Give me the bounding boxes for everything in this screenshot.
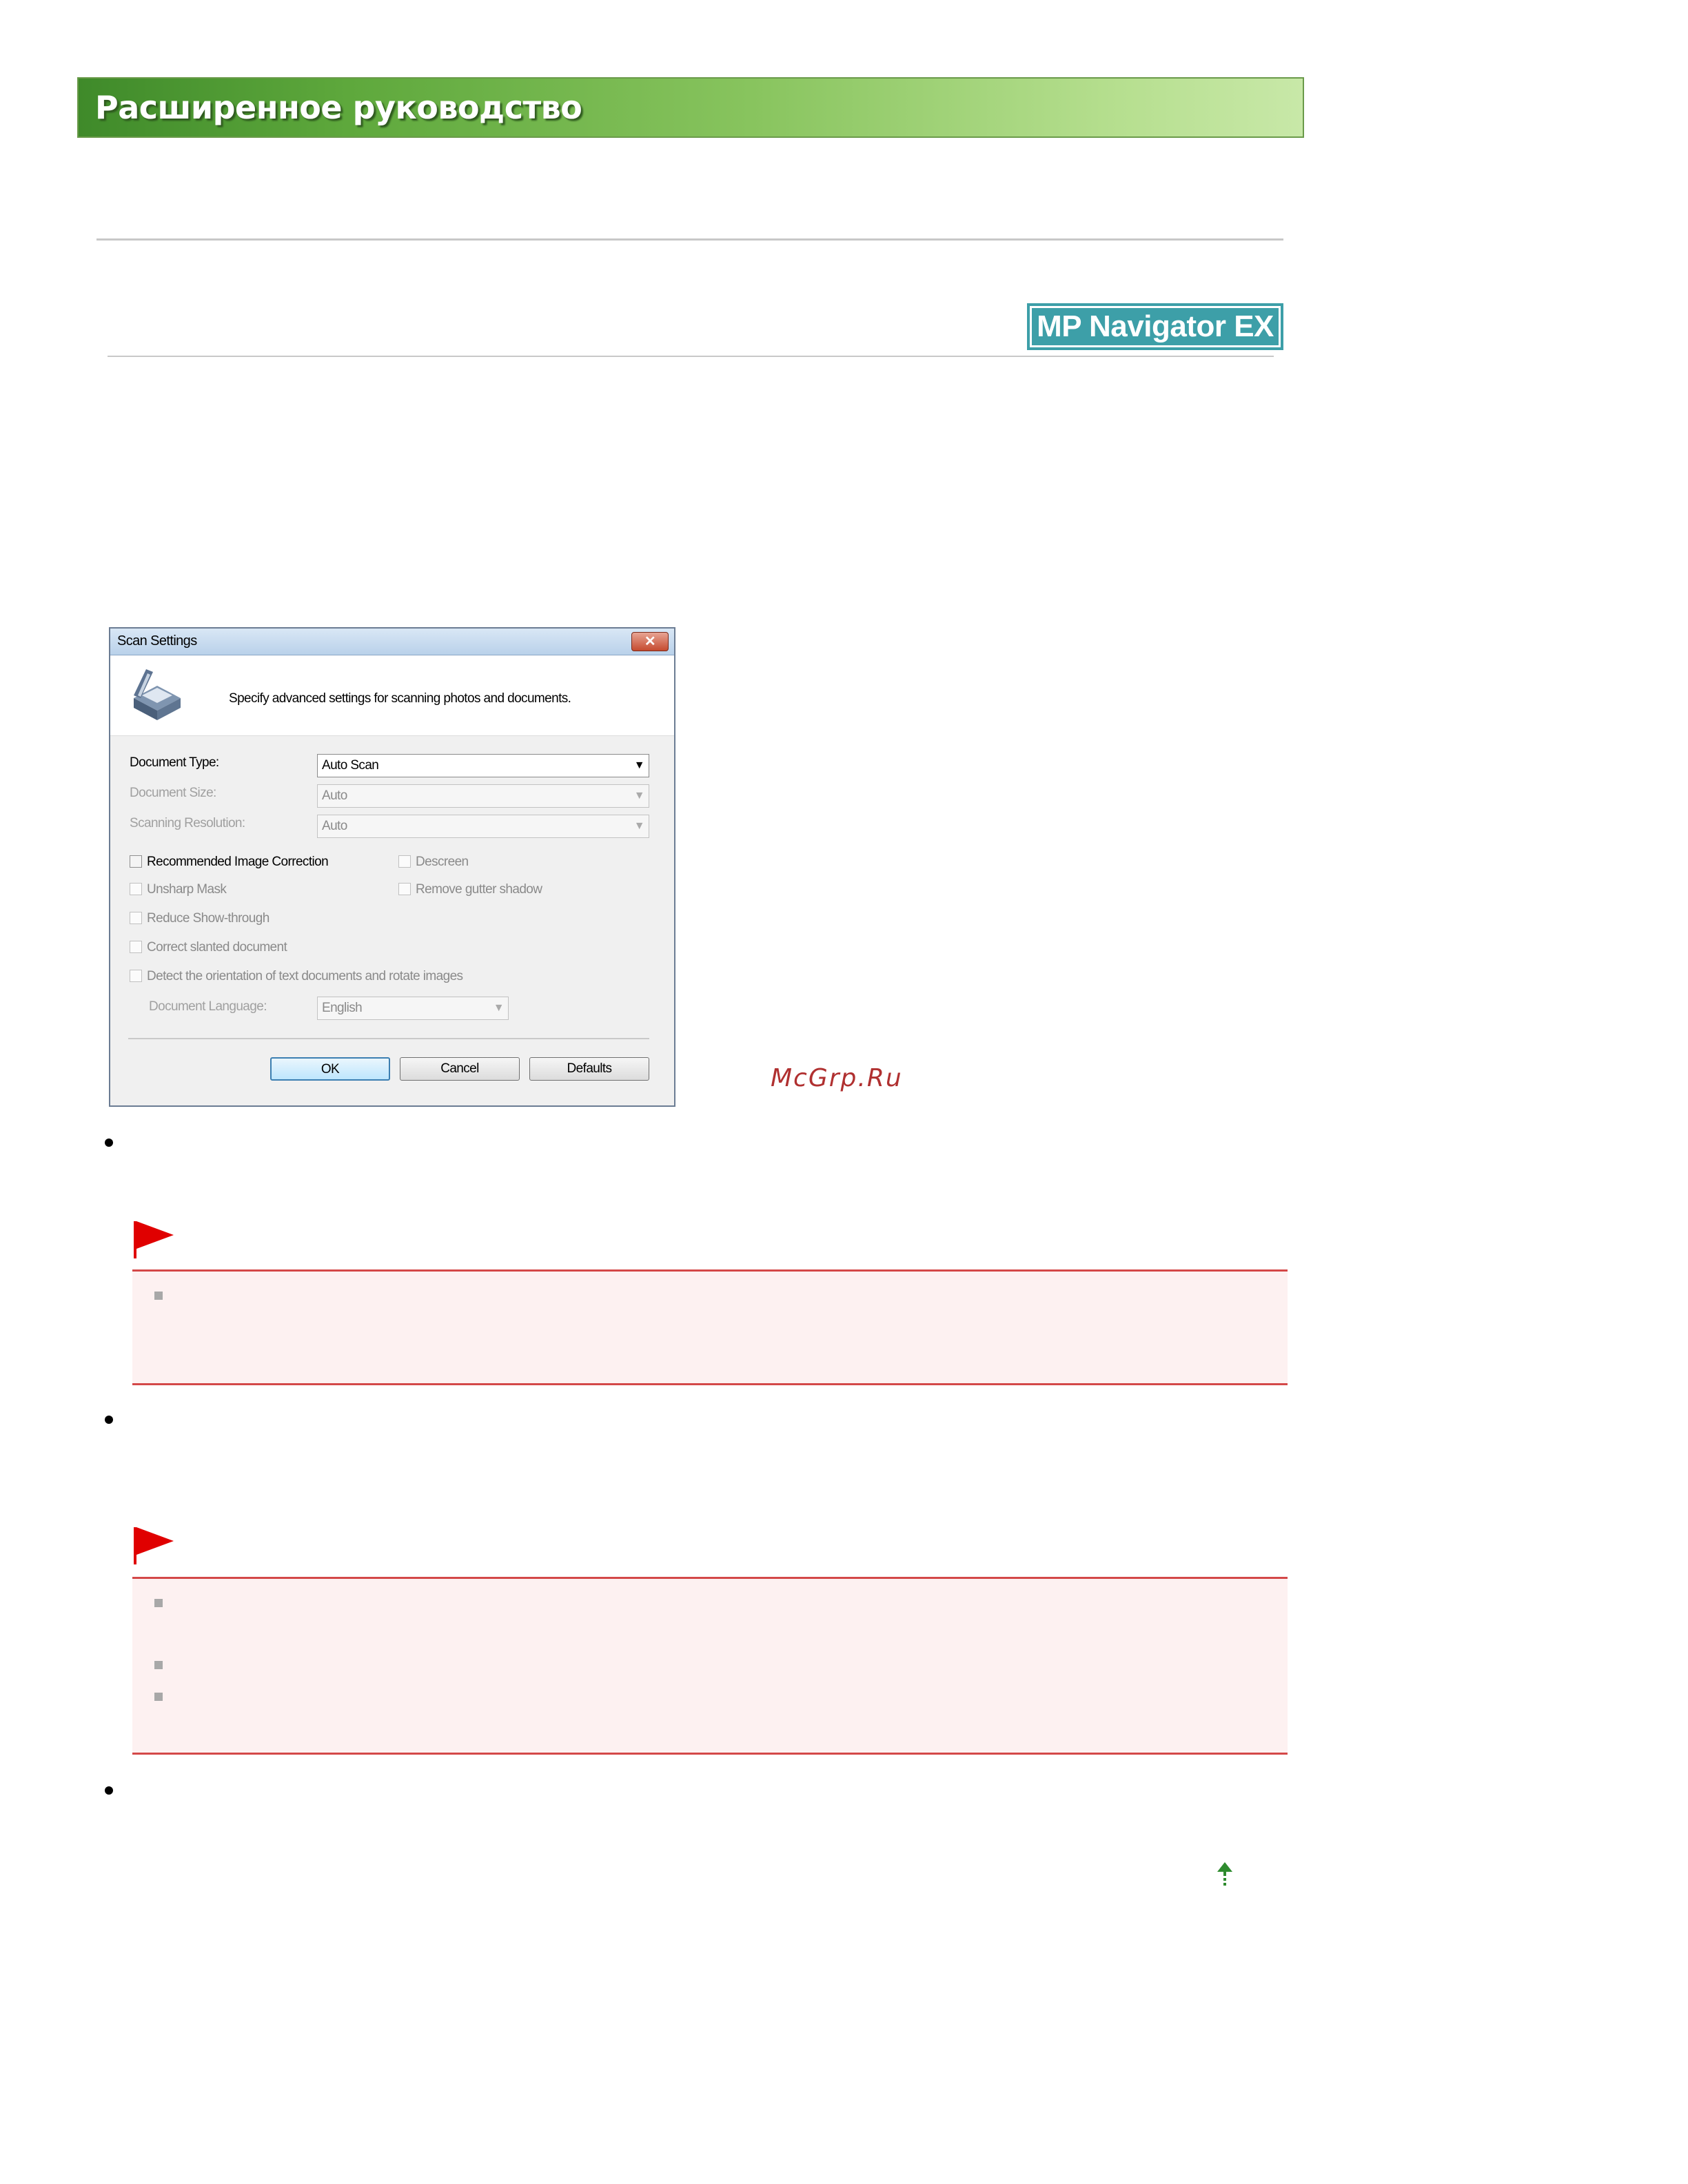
checkbox-label: Reduce Show-through: [147, 911, 270, 926]
red-flag-icon: [134, 1221, 174, 1258]
recommended-image-correction-checkbox[interactable]: Recommended Image Correction: [130, 855, 329, 870]
chevron-down-icon: ▼: [633, 820, 645, 832]
document-type-label: Document Type:: [130, 755, 219, 770]
chevron-down-icon: ▼: [633, 759, 645, 771]
document-type-value: Auto Scan: [322, 758, 379, 773]
descreen-checkbox[interactable]: Descreen: [398, 855, 469, 870]
scanning-resolution-label: Scanning Resolution:: [130, 816, 245, 830]
scanning-resolution-value: Auto: [322, 819, 347, 833]
checkbox-box: [130, 970, 142, 982]
list-bullet: [105, 1139, 113, 1147]
close-icon[interactable]: ✕: [631, 632, 669, 651]
checkbox-box: [398, 883, 411, 895]
checkbox-label: Detect the orientation of text documents…: [147, 969, 463, 983]
checkbox-label: Descreen: [416, 855, 469, 869]
document-type-select[interactable]: Auto Scan ▼: [317, 754, 649, 777]
checkbox-label: Remove gutter shadow: [416, 882, 542, 897]
dialog-title: Scan Settings: [117, 633, 197, 649]
checkbox-box: [130, 912, 142, 924]
gray-square-icon: [154, 1292, 163, 1300]
dialog-header: Specify advanced settings for scanning p…: [110, 655, 674, 736]
checkbox-box: [130, 855, 142, 868]
correct-slanted-document-checkbox[interactable]: Correct slanted document: [130, 940, 287, 955]
product-badge-label: MP Navigator EX: [1032, 308, 1279, 345]
up-arrow-icon[interactable]: [1216, 1861, 1234, 1888]
scan-settings-dialog: Scan Settings ✕ Specify advanced setting…: [109, 627, 675, 1107]
document-language-select[interactable]: English ▼: [317, 997, 509, 1020]
checkbox-box: [130, 883, 142, 895]
gray-square-icon: [154, 1693, 163, 1701]
dialog-titlebar: Scan Settings ✕: [110, 629, 674, 655]
document-language-value: English: [322, 1001, 363, 1015]
cancel-button[interactable]: Cancel: [400, 1057, 520, 1081]
document-size-value: Auto: [322, 788, 347, 803]
list-bullet: [105, 1416, 113, 1424]
document-size-select[interactable]: Auto ▼: [317, 784, 649, 808]
chevron-down-icon: ▼: [633, 790, 645, 802]
checkbox-box: [130, 941, 142, 953]
detect-orientation-checkbox[interactable]: Detect the orientation of text documents…: [130, 969, 463, 984]
scanning-resolution-select[interactable]: Auto ▼: [317, 815, 649, 838]
list-bullet: [105, 1786, 113, 1795]
document-size-label: Document Size:: [130, 786, 216, 800]
checkbox-label: Correct slanted document: [147, 940, 287, 955]
reduce-show-through-checkbox[interactable]: Reduce Show-through: [130, 911, 270, 926]
chevron-down-icon: ▼: [493, 1002, 505, 1014]
unsharp-mask-checkbox[interactable]: Unsharp Mask: [130, 882, 227, 897]
gray-square-icon: [154, 1661, 163, 1669]
header-divider: [96, 238, 1283, 241]
checkbox-label: Unsharp Mask: [147, 882, 227, 897]
scanner-icon: [134, 669, 181, 720]
title-divider: [108, 356, 1274, 357]
important-note-box: [132, 1269, 1288, 1385]
dialog-description: Specify advanced settings for scanning p…: [229, 691, 571, 706]
product-badge: MP Navigator EX: [1027, 303, 1283, 350]
red-flag-icon: [134, 1527, 174, 1564]
dialog-separator: [128, 1038, 649, 1039]
important-note-box: [132, 1577, 1288, 1755]
watermark: McGrp.Ru: [771, 1064, 903, 1092]
ok-button[interactable]: OK: [270, 1057, 390, 1081]
gray-square-icon: [154, 1599, 163, 1607]
checkbox-box: [398, 855, 411, 868]
defaults-button[interactable]: Defaults: [529, 1057, 649, 1081]
document-language-label: Document Language:: [149, 999, 267, 1014]
remove-gutter-shadow-checkbox[interactable]: Remove gutter shadow: [398, 882, 542, 897]
checkbox-label: Recommended Image Correction: [147, 855, 329, 869]
page-title: Расширенное руководство: [95, 89, 582, 126]
